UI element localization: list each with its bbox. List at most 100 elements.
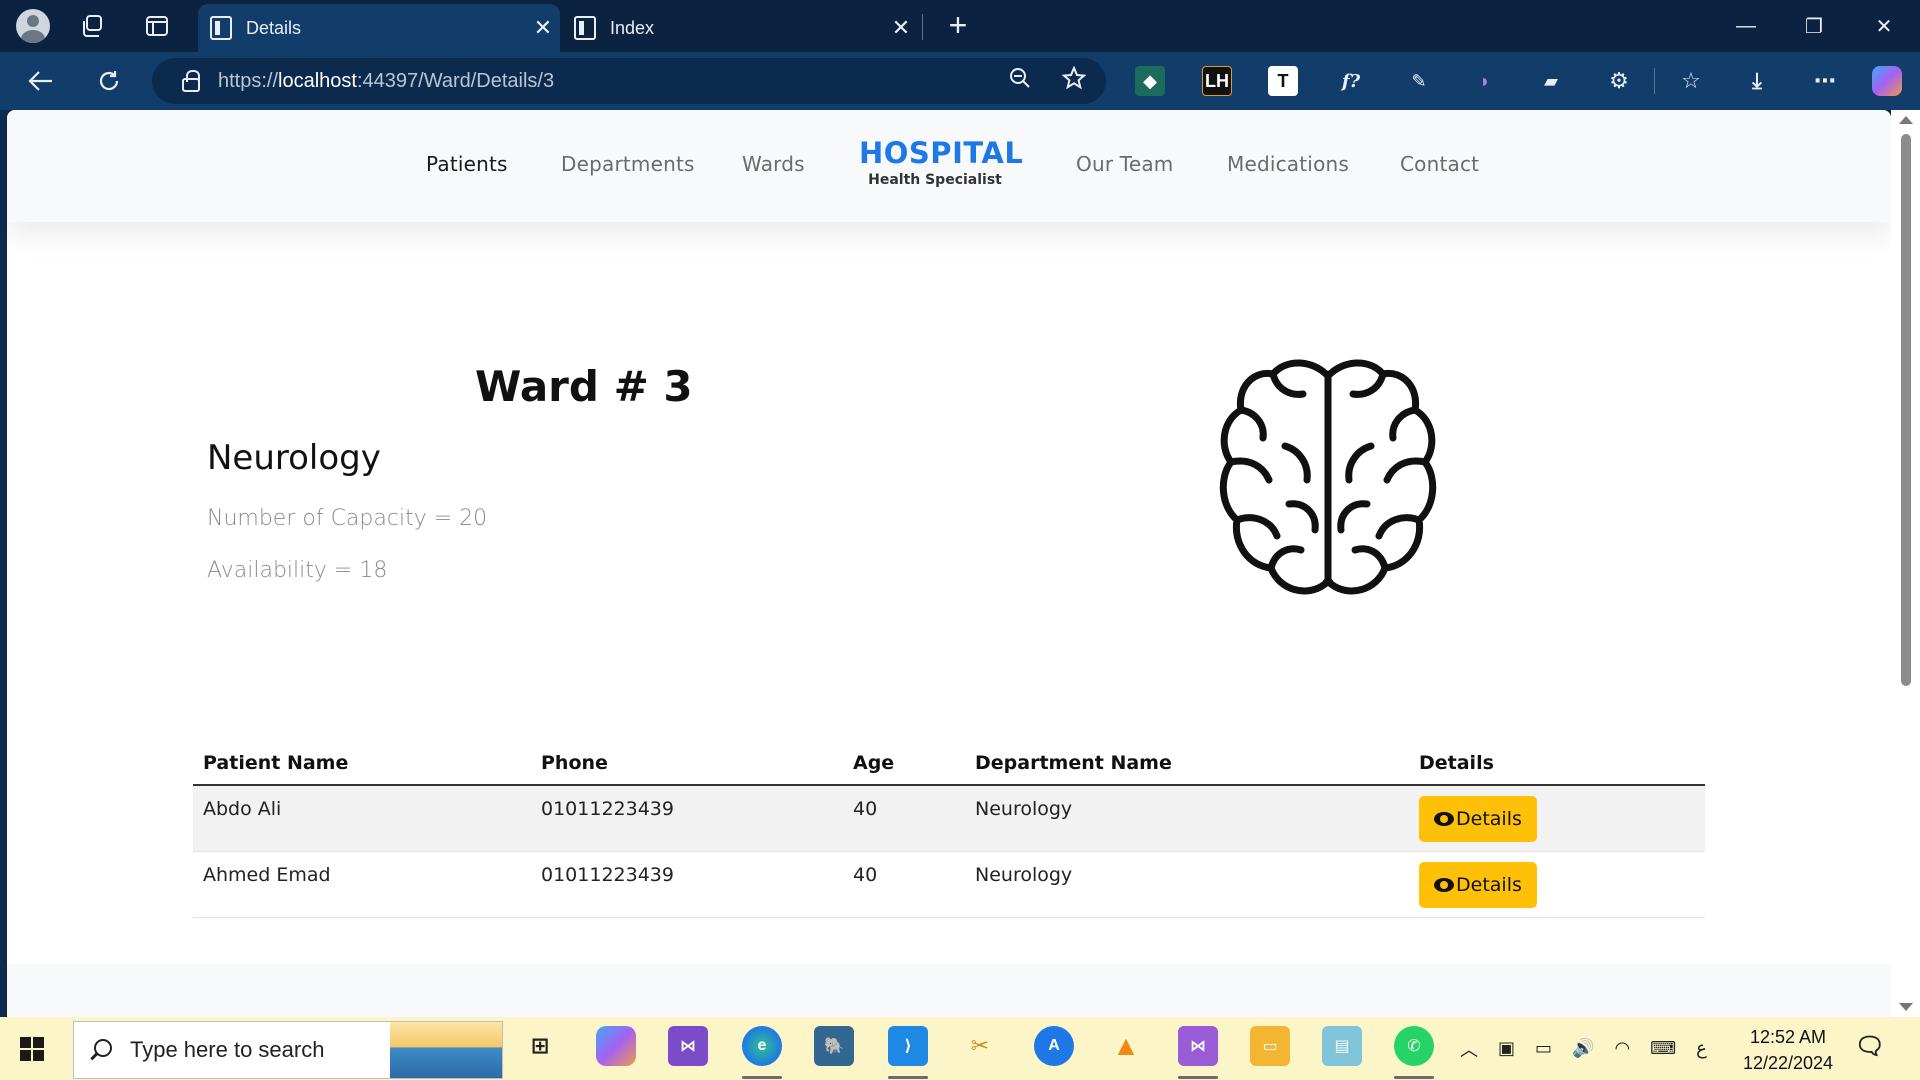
- whatsapp-icon[interactable]: ✆: [1394, 1026, 1434, 1066]
- address-bar[interactable]: https:// localhost :44397/Ward/Details/3: [152, 58, 1106, 104]
- system-tray: ︿ ▣ ▭ 🔊 ◠ ⌨ ع: [1460, 1017, 1707, 1080]
- keyboard-icon[interactable]: ⌨: [1650, 1038, 1676, 1059]
- browser-title-bar: Details ✕ Index ✕ + — ❐ ✕: [0, 0, 1920, 52]
- tab-title: Index: [610, 17, 655, 38]
- battery-icon[interactable]: ▭: [1535, 1038, 1552, 1059]
- nav-patients[interactable]: Patients: [426, 152, 508, 176]
- back-arrow-icon[interactable]: [20, 60, 62, 102]
- volume-icon[interactable]: 🔊: [1572, 1038, 1594, 1059]
- brain-icon: [1219, 359, 1437, 595]
- extension-f-icon[interactable]: f?: [1336, 66, 1366, 96]
- zoom-icon[interactable]: [1008, 66, 1032, 96]
- extension-green-icon[interactable]: ◆: [1135, 66, 1165, 96]
- site-navbar: Patients Departments Wards HOSPITAL Heal…: [7, 110, 1891, 222]
- header-details: Details: [1409, 744, 1705, 786]
- cell-details: Details: [1409, 785, 1705, 852]
- vscode-icon[interactable]: ⟩: [888, 1026, 928, 1066]
- more-menu-icon[interactable]: ⋯: [1810, 66, 1840, 96]
- cell-patient-name: Ahmed Emad: [193, 851, 531, 918]
- postgresql-icon[interactable]: 🐘: [814, 1026, 854, 1066]
- file-explorer-icon[interactable]: ▭: [1250, 1026, 1290, 1066]
- cell-phone: 01011223439: [531, 851, 843, 918]
- notifications-icon[interactable]: 🗨: [1850, 1026, 1890, 1066]
- details-button-label: Details: [1456, 808, 1522, 830]
- app-store-icon[interactable]: A: [1034, 1026, 1074, 1066]
- vscode-active-indicator: [888, 1076, 928, 1079]
- toolbar-separator: [1654, 68, 1655, 94]
- minimize-button[interactable]: —: [1714, 0, 1778, 52]
- visual-studio-preview-icon[interactable]: ⋈: [1178, 1026, 1218, 1066]
- snipping-tool-icon[interactable]: ✂: [960, 1026, 1000, 1066]
- scroll-down-arrow-icon[interactable]: [1899, 1003, 1913, 1011]
- tab-title: Details: [246, 17, 302, 38]
- brand-title: HOSPITAL: [859, 136, 1024, 170]
- details-button[interactable]: Details: [1419, 796, 1537, 842]
- close-tab-icon[interactable]: ✕: [884, 15, 918, 41]
- lock-icon[interactable]: [182, 70, 200, 92]
- close-tab-icon[interactable]: ✕: [526, 15, 560, 41]
- eye-icon: [1434, 877, 1454, 892]
- refresh-icon[interactable]: [88, 60, 130, 102]
- nav-departments[interactable]: Departments: [561, 152, 695, 176]
- cell-phone: 01011223439: [531, 785, 843, 852]
- downloads-icon[interactable]: ⤓: [1742, 66, 1772, 96]
- page-icon: [574, 16, 596, 40]
- url-scheme: https://: [218, 69, 279, 92]
- taskbar-search-box[interactable]: Type here to search: [73, 1021, 503, 1079]
- clock-date: 12/22/2024: [1742, 1053, 1834, 1073]
- nav-medications[interactable]: Medications: [1227, 152, 1349, 176]
- url-path: :44397/Ward/Details/3: [356, 69, 555, 92]
- edge-icon[interactable]: e: [742, 1026, 782, 1066]
- extension-screen-icon[interactable]: ▰: [1536, 66, 1566, 96]
- visual-studio-icon[interactable]: ⋈: [668, 1026, 708, 1066]
- table-header-row: Patient Name Phone Age Department Name D…: [193, 744, 1705, 786]
- page-viewport: Patients Departments Wards HOSPITAL Heal…: [7, 110, 1891, 1017]
- restore-button[interactable]: ❐: [1782, 0, 1846, 52]
- close-window-button[interactable]: ✕: [1852, 0, 1916, 52]
- color-picker-icon[interactable]: ✎: [1404, 66, 1434, 96]
- extensions-puzzle-icon[interactable]: ⚙: [1604, 66, 1634, 96]
- search-highlight-image: [390, 1022, 502, 1078]
- capacity-text: Number of Capacity = 20: [207, 506, 488, 531]
- table-row: Ahmed Emad 01011223439 40 Neurology Deta…: [193, 851, 1705, 918]
- page-scrollbar[interactable]: [1891, 110, 1920, 1017]
- scroll-up-arrow-icon[interactable]: [1899, 116, 1913, 124]
- patients-table-wrapper: Patient Name Phone Age Department Name D…: [193, 744, 1705, 918]
- profile-avatar[interactable]: [14, 8, 52, 44]
- scroll-thumb[interactable]: [1901, 134, 1911, 686]
- copilot-icon[interactable]: [1872, 66, 1902, 96]
- nav-contact[interactable]: Contact: [1400, 152, 1479, 176]
- details-button-label: Details: [1456, 873, 1522, 896]
- table-row: Abdo Ali 01011223439 40 Neurology Detail…: [193, 785, 1705, 852]
- details-button[interactable]: Details: [1419, 861, 1537, 908]
- site-brand[interactable]: HOSPITAL Health Specialist: [859, 136, 1024, 188]
- extension-lh-icon[interactable]: LH: [1202, 66, 1232, 96]
- search-placeholder: Type here to search: [130, 1037, 325, 1062]
- notepad-icon[interactable]: ▤: [1322, 1026, 1362, 1066]
- vertical-tabs-icon[interactable]: [138, 8, 176, 44]
- taskbar-clock[interactable]: 12:52 AM 12/22/2024: [1730, 1024, 1846, 1076]
- tab-index[interactable]: Index ✕: [562, 4, 918, 52]
- cell-department: Neurology: [965, 851, 1409, 918]
- new-tab-button[interactable]: +: [940, 8, 976, 44]
- favorites-icon[interactable]: ☆: [1676, 66, 1706, 96]
- brand-subtitle: Health Specialist: [868, 172, 1002, 188]
- task-view-icon[interactable]: ⊞: [520, 1026, 560, 1066]
- workspaces-icon[interactable]: [74, 8, 112, 44]
- tab-details[interactable]: Details ✕: [198, 4, 560, 52]
- vlc-icon[interactable]: ▲: [1106, 1026, 1146, 1066]
- copilot-app-icon[interactable]: [596, 1026, 636, 1066]
- nav-wards[interactable]: Wards: [742, 152, 805, 176]
- show-hidden-icons-chevron-icon[interactable]: ︿: [1460, 1036, 1478, 1062]
- search-icon: [94, 1039, 112, 1057]
- vs-preview-active-indicator: [1178, 1076, 1218, 1079]
- input-language[interactable]: ع: [1696, 1038, 1707, 1059]
- extension-t-icon[interactable]: T: [1268, 66, 1298, 96]
- windows-start-icon[interactable]: [20, 1037, 44, 1061]
- favorite-star-icon[interactable]: [1061, 65, 1087, 96]
- nav-our-team[interactable]: Our Team: [1076, 152, 1173, 176]
- cell-department: Neurology: [965, 785, 1409, 852]
- tray-app-icon[interactable]: ▣: [1498, 1038, 1515, 1059]
- wifi-icon[interactable]: ◠: [1614, 1038, 1630, 1059]
- extension-purple-icon[interactable]: ◗: [1470, 66, 1500, 96]
